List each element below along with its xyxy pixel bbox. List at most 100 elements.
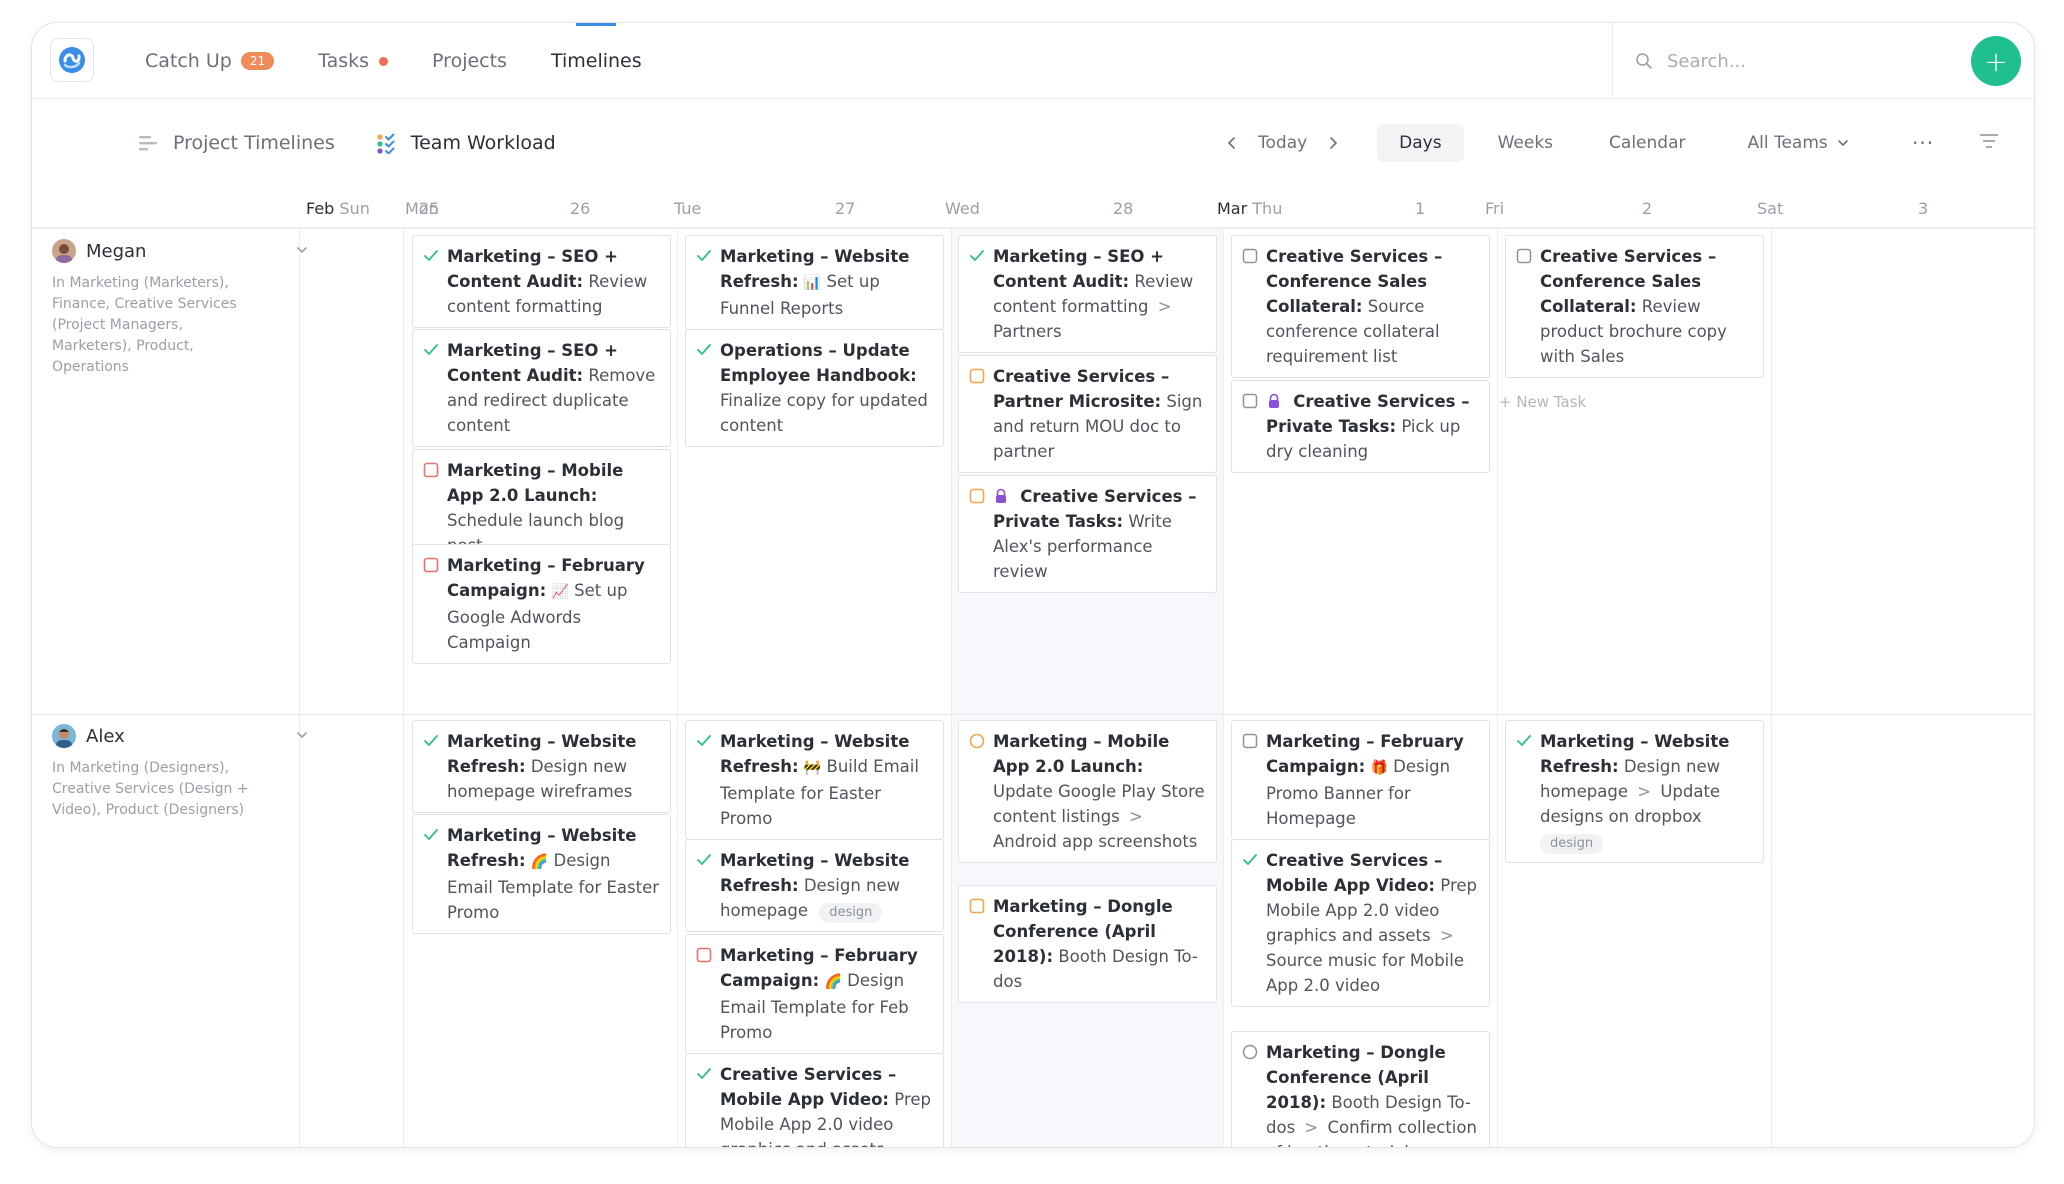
date-3: 3 bbox=[1918, 199, 1929, 218]
checkbox-icon[interactable] bbox=[1242, 393, 1258, 409]
grid-line bbox=[951, 229, 952, 1147]
person-name-row[interactable]: Alex bbox=[52, 724, 292, 748]
rainbow-emoji-icon: 🌈 bbox=[824, 974, 842, 990]
task-card[interactable]: Marketing – Dongle Conference (April 201… bbox=[958, 885, 1217, 1003]
days-toggle[interactable]: Days bbox=[1377, 124, 1464, 162]
check-icon[interactable] bbox=[696, 733, 712, 749]
check-icon[interactable] bbox=[423, 827, 439, 843]
teams-dropdown[interactable]: All Teams bbox=[1748, 133, 1850, 153]
task-card[interactable]: Creative Services – Conference Sales Col… bbox=[1231, 235, 1490, 378]
check-icon[interactable] bbox=[423, 733, 439, 749]
checkbox-icon[interactable] bbox=[969, 488, 985, 504]
task-card[interactable]: Creative Services – Mobile App Video: Pr… bbox=[685, 1053, 944, 1147]
task-card[interactable]: Marketing – February Campaign: 🎁 Design … bbox=[1231, 720, 1490, 840]
view-team-workload[interactable]: Team Workload bbox=[375, 132, 556, 154]
new-task-link[interactable]: + New Task bbox=[1499, 393, 1586, 411]
project-timelines-label: Project Timelines bbox=[173, 132, 335, 154]
checkbox-icon[interactable] bbox=[1242, 248, 1258, 264]
task-card[interactable]: Marketing – SEO + Content Audit: Review … bbox=[412, 235, 671, 328]
task-card[interactable]: Marketing – Dongle Conference (April 201… bbox=[1231, 1031, 1490, 1147]
checkbox-icon[interactable] bbox=[696, 947, 712, 963]
project-timelines-icon bbox=[139, 136, 157, 151]
app-logo[interactable] bbox=[50, 38, 94, 82]
check-icon[interactable] bbox=[423, 342, 439, 358]
checkbox-icon[interactable] bbox=[969, 368, 985, 384]
catch-up-count-badge: 21 bbox=[240, 52, 275, 70]
task-card[interactable]: Creative Services – Partner Microsite: S… bbox=[958, 355, 1217, 473]
grid-line bbox=[1771, 229, 1772, 1147]
month-mar: Mar bbox=[1217, 199, 1248, 218]
add-button[interactable]: + bbox=[1971, 36, 2021, 86]
gift-emoji-icon: 🎁 bbox=[1370, 760, 1388, 776]
check-icon[interactable] bbox=[969, 248, 985, 264]
logo-icon bbox=[59, 47, 85, 73]
tab-catch-up[interactable]: Catch Up 21 bbox=[145, 23, 275, 99]
task-title: Update Google Play Store content listing… bbox=[993, 782, 1205, 826]
checkbox-icon[interactable] bbox=[1242, 733, 1258, 749]
task-card[interactable]: Marketing – February Campaign: 🌈 Design … bbox=[685, 934, 944, 1054]
date-1: 1 bbox=[1415, 199, 1426, 218]
date-28: 28 bbox=[1113, 199, 1134, 218]
tag-badge[interactable]: design bbox=[1540, 834, 1604, 854]
check-icon[interactable] bbox=[696, 852, 712, 868]
task-card[interactable]: Creative Services – Private Tasks: Pick … bbox=[1231, 380, 1490, 473]
task-card[interactable]: Marketing – Website Refresh: 🌈 Design Em… bbox=[412, 814, 671, 934]
task-card[interactable]: Creative Services – Private Tasks: Write… bbox=[958, 475, 1217, 593]
tab-tasks[interactable]: Tasks bbox=[318, 23, 389, 99]
prev-chevron-icon[interactable] bbox=[1222, 133, 1242, 153]
task-card[interactable]: Marketing – Website Refresh: Design new … bbox=[1505, 720, 1764, 863]
check-icon[interactable] bbox=[696, 248, 712, 264]
today-button[interactable]: Today bbox=[1258, 133, 1307, 153]
task-project: Creative Services – Partner Microsite: bbox=[993, 367, 1170, 411]
tab-timelines[interactable]: Timelines bbox=[551, 23, 642, 99]
team-workload-icon bbox=[377, 133, 395, 154]
weeks-toggle[interactable]: Weeks bbox=[1476, 124, 1575, 162]
chevron-down-icon[interactable] bbox=[295, 243, 309, 257]
teams-dropdown-label: All Teams bbox=[1747, 133, 1828, 153]
tag-badge[interactable]: design bbox=[819, 903, 883, 923]
circle-icon[interactable] bbox=[969, 733, 985, 749]
check-icon[interactable] bbox=[1242, 852, 1258, 868]
checkbox-icon[interactable] bbox=[423, 462, 439, 478]
check-icon[interactable] bbox=[1516, 733, 1532, 749]
lock-icon bbox=[1269, 393, 1279, 408]
circle-icon[interactable] bbox=[1242, 1044, 1258, 1060]
chevron-right-icon: > bbox=[1129, 807, 1143, 826]
task-project: Creative Services – Mobile App Video: bbox=[720, 1065, 897, 1109]
checkbox-icon[interactable] bbox=[423, 557, 439, 573]
task-card[interactable]: Marketing – Website Refresh: Design new … bbox=[412, 720, 671, 813]
checkbox-icon[interactable] bbox=[1516, 248, 1532, 264]
tasks-notification-dot bbox=[379, 56, 389, 66]
view-project-timelines[interactable]: Project Timelines bbox=[137, 132, 335, 154]
task-card[interactable]: Marketing – Mobile App 2.0 Launch: Updat… bbox=[958, 720, 1217, 863]
chevron-down-icon[interactable] bbox=[295, 728, 309, 742]
checkbox-icon[interactable] bbox=[969, 898, 985, 914]
grid-line bbox=[677, 229, 678, 1147]
tab-projects[interactable]: Projects bbox=[432, 23, 507, 99]
search-input[interactable] bbox=[1667, 50, 1907, 72]
app-window: Catch Up 21 Tasks Projects Timelines + bbox=[31, 22, 2035, 1148]
calendar-toggle[interactable]: Calendar bbox=[1587, 124, 1707, 162]
check-icon[interactable] bbox=[423, 248, 439, 264]
filter-icon[interactable] bbox=[1977, 129, 2001, 153]
task-card[interactable]: Creative Services – Conference Sales Col… bbox=[1505, 235, 1764, 378]
person-name-row[interactable]: Megan bbox=[52, 239, 292, 263]
task-card[interactable]: Operations – Update Employee Handbook: F… bbox=[685, 329, 944, 447]
task-card[interactable]: Marketing – Website Refresh: Design new … bbox=[685, 839, 944, 932]
person-teams: In Marketing (Marketers), Finance, Creat… bbox=[52, 275, 237, 375]
more-options-icon[interactable]: ··· bbox=[1912, 99, 1934, 187]
main-nav: Catch Up 21 Tasks Projects Timelines bbox=[145, 23, 686, 99]
grid-line bbox=[1497, 229, 1498, 1147]
task-card[interactable]: Marketing – SEO + Content Audit: Review … bbox=[958, 235, 1217, 353]
check-icon[interactable] bbox=[696, 1066, 712, 1082]
date-controls: Today Days Weeks Calendar All Teams bbox=[1222, 99, 1850, 187]
task-card[interactable]: Creative Services – Mobile App Video: Pr… bbox=[1231, 839, 1490, 1007]
task-card[interactable]: Marketing – Website Refresh: 🚧 Build Ema… bbox=[685, 720, 944, 840]
task-card[interactable]: Marketing – Website Refresh: 📊 Set up Fu… bbox=[685, 235, 944, 330]
month-feb: Feb bbox=[306, 199, 335, 218]
task-card[interactable]: Marketing – SEO + Content Audit: Remove … bbox=[412, 329, 671, 447]
check-icon[interactable] bbox=[696, 342, 712, 358]
task-card[interactable]: Marketing – February Campaign: 📈 Set up … bbox=[412, 544, 671, 664]
chart-emoji-icon: 📈 bbox=[551, 584, 569, 600]
next-chevron-icon[interactable] bbox=[1323, 133, 1343, 153]
